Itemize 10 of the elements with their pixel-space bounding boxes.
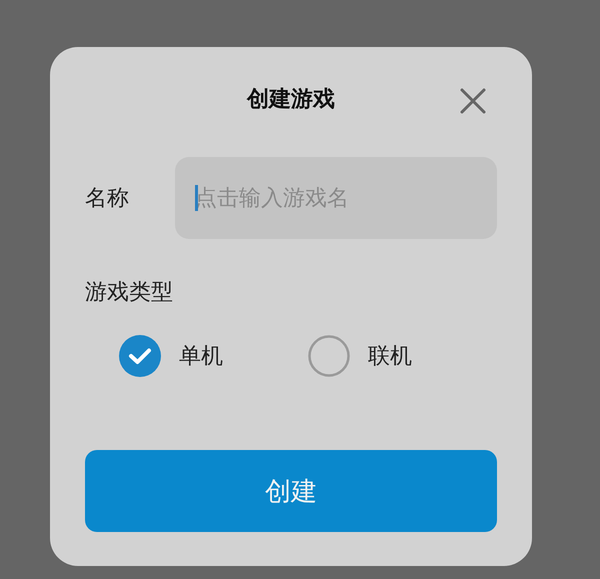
name-label: 名称 xyxy=(85,185,130,213)
close-icon[interactable] xyxy=(459,87,487,115)
radio-label[interactable]: 联机 xyxy=(368,341,412,371)
text-cursor xyxy=(195,185,198,211)
dialog-title: 创建游戏 xyxy=(247,86,335,114)
radio-unchecked-icon[interactable] xyxy=(308,335,350,377)
radio-checked-icon[interactable] xyxy=(119,335,161,377)
radio-label[interactable]: 单机 xyxy=(179,341,223,371)
name-input-field[interactable]: 点击输入游戏名 xyxy=(175,157,497,239)
game-type-label: 游戏类型 xyxy=(85,279,174,307)
